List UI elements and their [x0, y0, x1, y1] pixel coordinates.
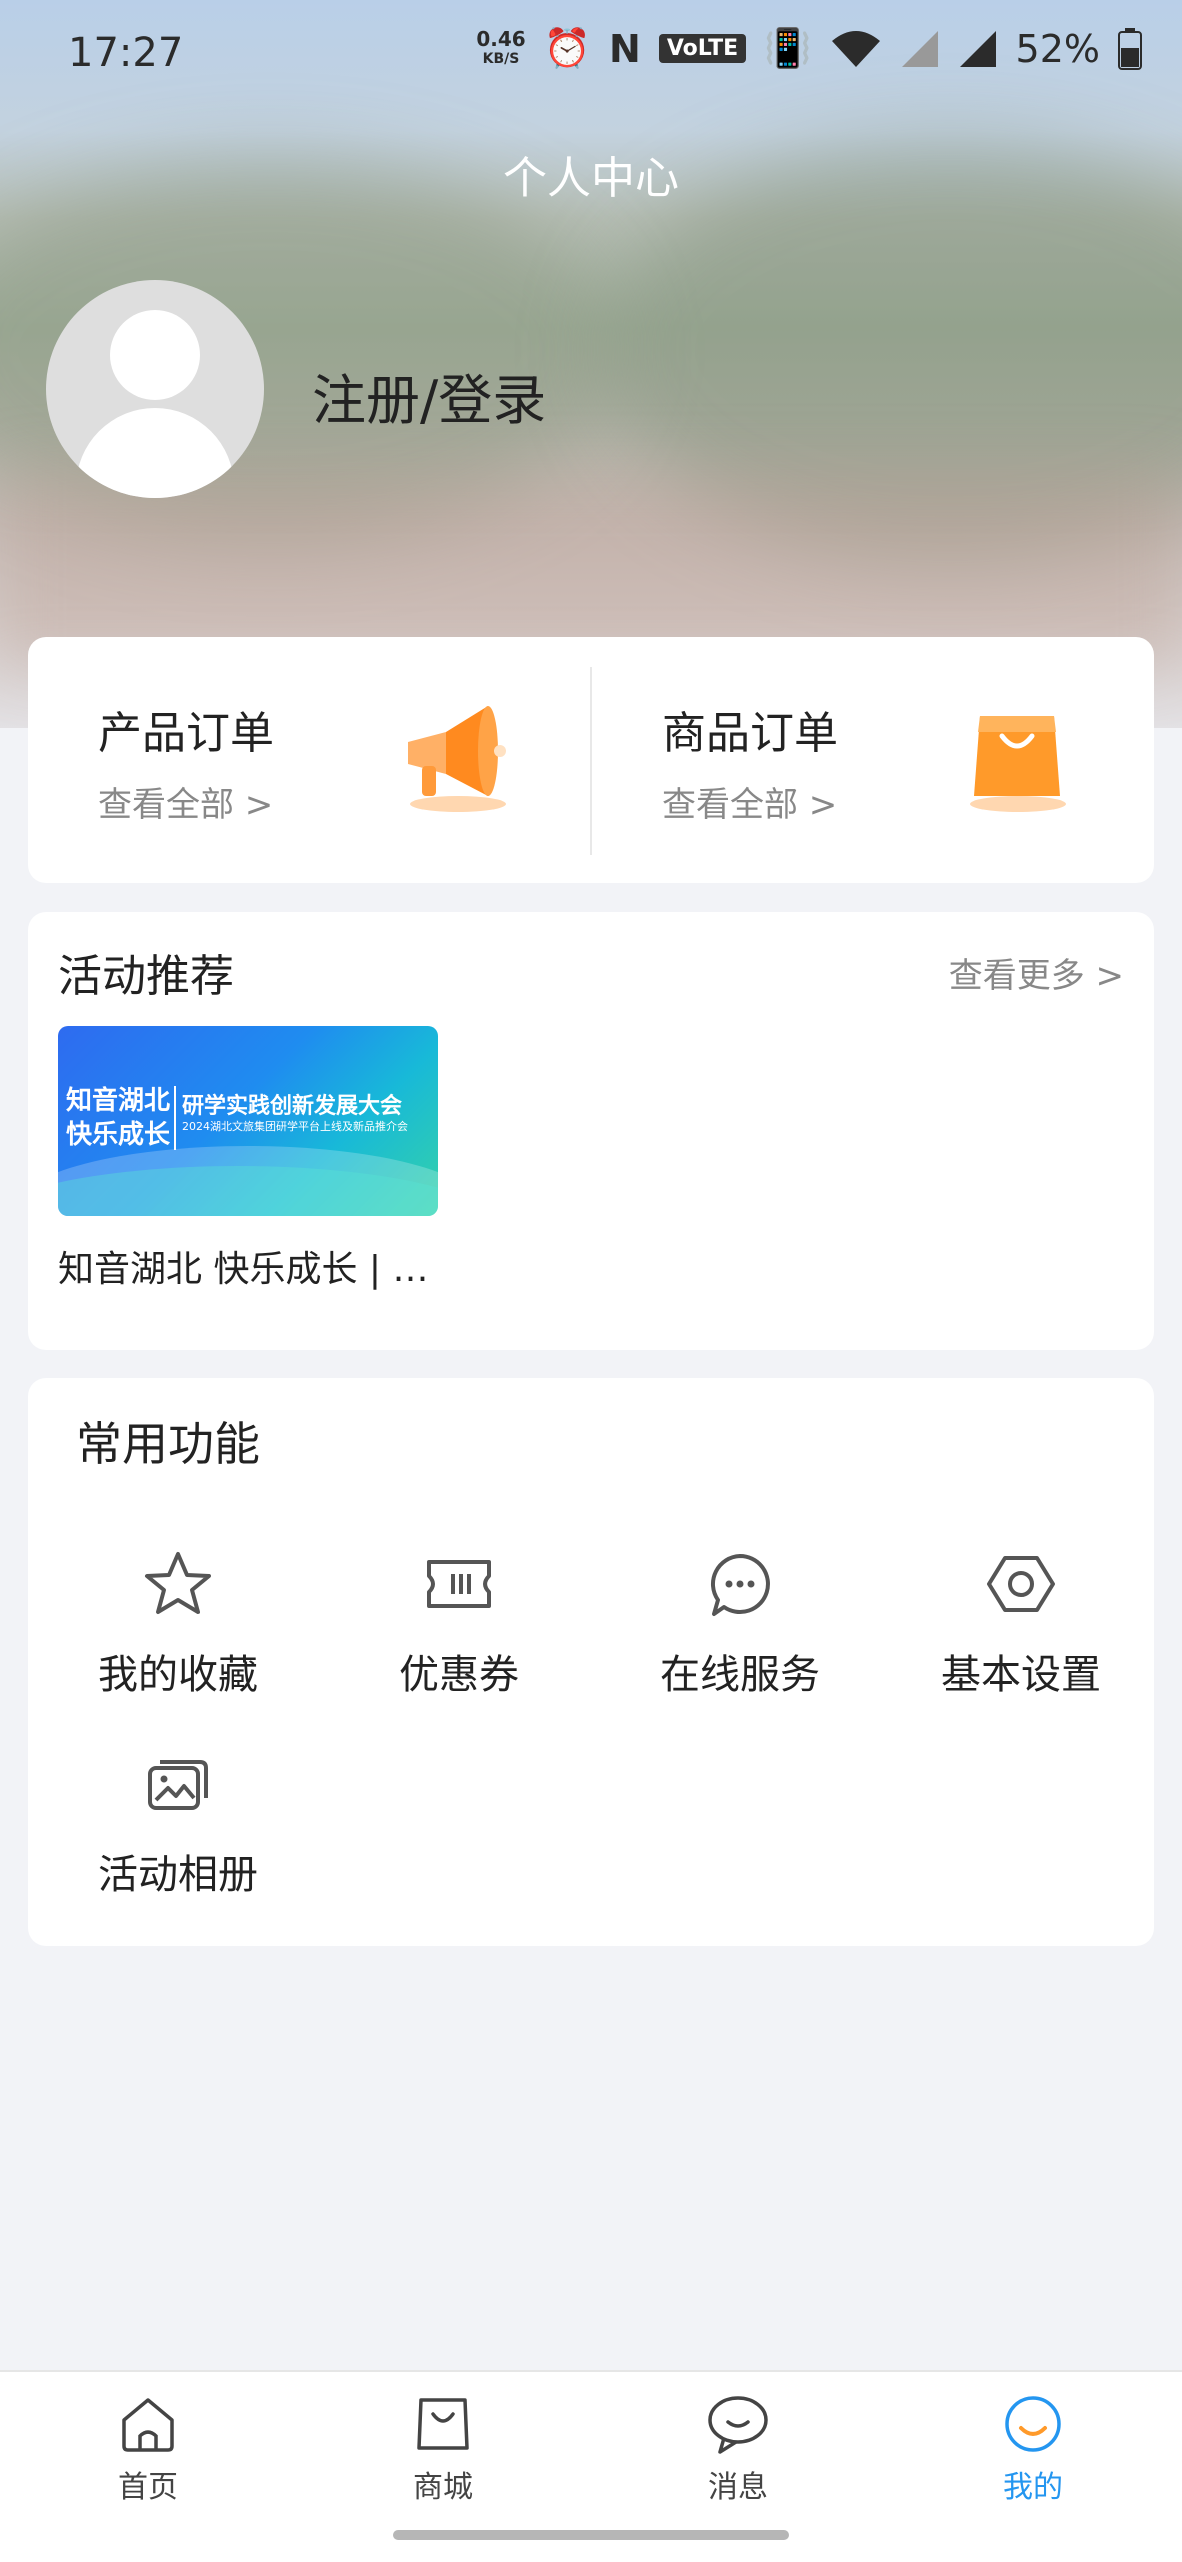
signal-icon-2 — [959, 30, 996, 67]
battery-level: 52% — [1015, 26, 1100, 71]
goods-orders[interactable]: 商品订单 查看全部 > — [592, 637, 1152, 883]
favorites-button[interactable]: 我的收藏 — [58, 1548, 298, 1700]
battery-icon — [1118, 27, 1142, 70]
functions-card: 常用功能 我的收藏 优惠券 在线服务 基本设置 活动相册 — [28, 1378, 1154, 1946]
product-orders-view-all[interactable]: 查看全部 > — [98, 777, 273, 826]
banner-slogan: 知音湖北 快乐成长 — [66, 1086, 171, 1150]
activity-more-link[interactable]: 查看更多 > — [949, 948, 1124, 997]
activity-caption[interactable]: 知音湖北 快乐成长 | … — [58, 1240, 428, 1292]
coupons-button[interactable]: 优惠券 — [339, 1548, 579, 1700]
star-icon — [145, 1552, 211, 1614]
bag-icon — [417, 2398, 469, 2450]
album-button[interactable]: 活动相册 — [58, 1748, 298, 1900]
tab-messages[interactable]: 消息 — [638, 2392, 838, 2506]
nfc-icon: N — [609, 26, 641, 71]
shopping-bag-icon — [970, 716, 1066, 812]
settings-hexagon-icon — [987, 1556, 1055, 1612]
home-icon — [122, 2398, 174, 2452]
page-title: 个人中心 — [503, 153, 679, 204]
tab-home[interactable]: 首页 — [48, 2392, 248, 2506]
banner-headline: 研学实践创新发展大会 — [182, 1094, 403, 1119]
banner-subline: 2024湖北文旅集团研学平台上线及新品推介会 — [182, 1120, 408, 1133]
tab-mall[interactable]: 商城 — [343, 2392, 543, 2506]
activity-title: 活动推荐 — [58, 951, 234, 1002]
signal-icon — [901, 30, 938, 67]
network-speed: 0.46 KB/S — [476, 26, 526, 67]
online-service-button[interactable]: 在线服务 — [620, 1548, 860, 1700]
product-orders[interactable]: 产品订单 查看全部 > — [28, 637, 588, 883]
alarm-icon: ⏰ — [543, 26, 592, 70]
orders-card: 产品订单 查看全部 > 商品订单 查看全部 > — [28, 637, 1154, 883]
activity-card: 活动推荐 查看更多 > 知音湖北 快乐成长 研学实践创新发展大会 2024湖北文旅… — [28, 912, 1154, 1350]
avatar[interactable] — [46, 280, 264, 498]
smile-icon — [1005, 2396, 1061, 2452]
wifi-icon — [831, 30, 880, 67]
photo-album-icon — [148, 1760, 208, 1810]
home-indicator[interactable] — [393, 2530, 789, 2540]
goods-orders-title: 商品订单 — [662, 708, 838, 759]
goods-orders-view-all[interactable]: 查看全部 > — [662, 777, 837, 826]
login-register-link[interactable]: 注册/登录 — [312, 356, 546, 435]
functions-title: 常用功能 — [76, 1417, 260, 1471]
coupon-icon — [427, 1560, 491, 1608]
chat-dots-icon — [710, 1554, 770, 1616]
settings-button[interactable]: 基本设置 — [901, 1548, 1141, 1700]
product-orders-title: 产品订单 — [98, 708, 274, 759]
message-icon — [708, 2396, 768, 2454]
vibrate-icon: 📳 — [764, 26, 812, 70]
volte-badge: VoLTE — [658, 34, 747, 63]
megaphone-icon — [408, 706, 506, 812]
status-bar: 17:27 0.46 KB/S ⏰ N VoLTE 📳 52% — [0, 0, 1182, 110]
tab-mine[interactable]: 我的 — [933, 2392, 1133, 2506]
status-time: 17:27 — [68, 30, 184, 76]
activity-banner[interactable]: 知音湖北 快乐成长 研学实践创新发展大会 2024湖北文旅集团研学平台上线及新品推… — [58, 1026, 438, 1216]
